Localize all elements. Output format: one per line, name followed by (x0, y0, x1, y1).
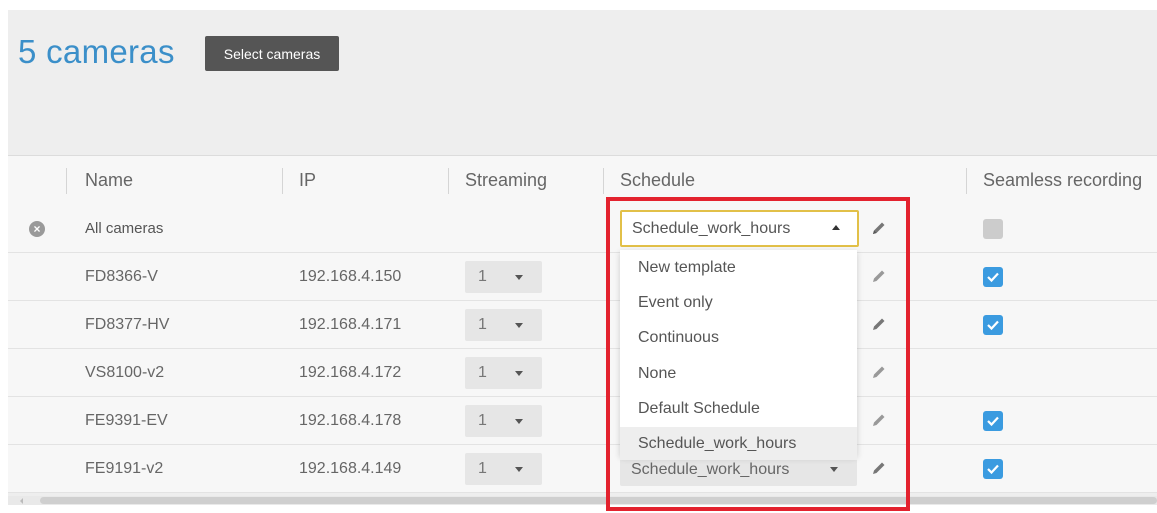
streaming-select[interactable]: 1 (465, 405, 542, 437)
table-row: FE9391-EV 192.168.4.178 1 (8, 397, 1157, 445)
streaming-value: 1 (478, 364, 487, 381)
column-schedule[interactable]: Schedule (620, 156, 695, 205)
streaming-value: 1 (478, 316, 487, 333)
horizontal-scrollbar[interactable] (8, 496, 1157, 505)
check-icon (987, 416, 999, 427)
chevron-down-icon (515, 323, 523, 328)
column-seamless-recording[interactable]: Seamless recording (983, 156, 1142, 205)
pencil-icon[interactable] (870, 267, 888, 285)
schedule-value: Schedule_work_hours (632, 220, 791, 237)
seamless-checkbox-all[interactable] (983, 219, 1003, 239)
seamless-checkbox[interactable] (983, 459, 1003, 479)
pencil-icon[interactable] (870, 363, 888, 381)
streaming-value: 1 (478, 412, 487, 429)
dropdown-option-default-schedule[interactable]: Default Schedule (620, 392, 857, 425)
chevron-down-icon (830, 467, 838, 472)
camera-ip: 192.168.4.172 (299, 364, 402, 381)
table-row: VS8100-v2 192.168.4.172 1 (8, 349, 1157, 397)
pencil-icon[interactable] (870, 411, 888, 429)
seamless-checkbox[interactable] (983, 267, 1003, 287)
streaming-select[interactable]: 1 (465, 309, 542, 341)
dropdown-option-new-template[interactable]: New template (620, 251, 857, 284)
page-title: 5 cameras (18, 33, 175, 70)
chevron-down-icon (515, 371, 523, 376)
select-cameras-button[interactable]: Select cameras (205, 36, 339, 71)
remove-icon[interactable]: × (29, 221, 45, 237)
seamless-checkbox[interactable] (983, 315, 1003, 335)
column-ip[interactable]: IP (299, 156, 316, 205)
check-icon (987, 464, 999, 475)
schedule-dropdown-menu: New template Event only Continuous None … (620, 250, 857, 460)
table-row: FD8377-HV 192.168.4.171 1 (8, 301, 1157, 349)
streaming-value: 1 (478, 268, 487, 285)
all-cameras-label: All cameras (85, 220, 164, 237)
column-name[interactable]: Name (85, 156, 133, 205)
check-icon (987, 272, 999, 283)
pencil-icon[interactable] (870, 219, 888, 237)
column-divider (966, 168, 967, 194)
dropdown-option-continuous[interactable]: Continuous (620, 321, 857, 354)
column-divider (282, 168, 283, 194)
camera-ip: 192.168.4.171 (299, 316, 402, 333)
column-streaming[interactable]: Streaming (465, 156, 547, 205)
streaming-select[interactable]: 1 (465, 453, 542, 485)
all-cameras-row: × All cameras Schedule_work_hours (8, 205, 1157, 253)
camera-name: FE9391-EV (85, 412, 168, 429)
streaming-value: 1 (478, 460, 487, 477)
check-icon (987, 320, 999, 331)
schedule-select-all[interactable]: Schedule_work_hours (620, 210, 859, 247)
scrollbar-thumb[interactable] (40, 497, 1157, 504)
pencil-icon[interactable] (870, 315, 888, 333)
table-row: FE9191-v2 192.168.4.149 1 Schedule_work_… (8, 445, 1157, 493)
camera-ip: 192.168.4.178 (299, 412, 402, 429)
dropdown-option-schedule-work-hours[interactable]: Schedule_work_hours (620, 427, 857, 460)
streaming-select[interactable]: 1 (465, 357, 542, 389)
cameras-panel: 5 cameras Select cameras Name IP Streami… (8, 10, 1157, 505)
chevron-up-icon (832, 225, 840, 230)
chevron-down-icon (515, 467, 523, 472)
column-divider (66, 168, 67, 194)
camera-name: VS8100-v2 (85, 364, 165, 381)
camera-ip: 192.168.4.150 (299, 268, 402, 285)
chevron-down-icon (515, 275, 523, 280)
dropdown-option-none[interactable]: None (620, 357, 857, 390)
camera-ip: 192.168.4.149 (299, 460, 402, 477)
scroll-left-arrow[interactable] (8, 496, 36, 505)
table-row: FD8366-V 192.168.4.150 1 (8, 253, 1157, 301)
pencil-icon[interactable] (870, 459, 888, 477)
table-header: Name IP Streaming Schedule Seamless reco… (8, 155, 1157, 206)
camera-name: FD8377-HV (85, 316, 170, 333)
column-divider (603, 168, 604, 194)
camera-name: FD8366-V (85, 268, 158, 285)
column-divider (448, 168, 449, 194)
streaming-select[interactable]: 1 (465, 261, 542, 293)
chevron-down-icon (515, 419, 523, 424)
seamless-checkbox[interactable] (983, 411, 1003, 431)
camera-name: FE9191-v2 (85, 460, 164, 477)
dropdown-option-event-only[interactable]: Event only (620, 286, 857, 319)
